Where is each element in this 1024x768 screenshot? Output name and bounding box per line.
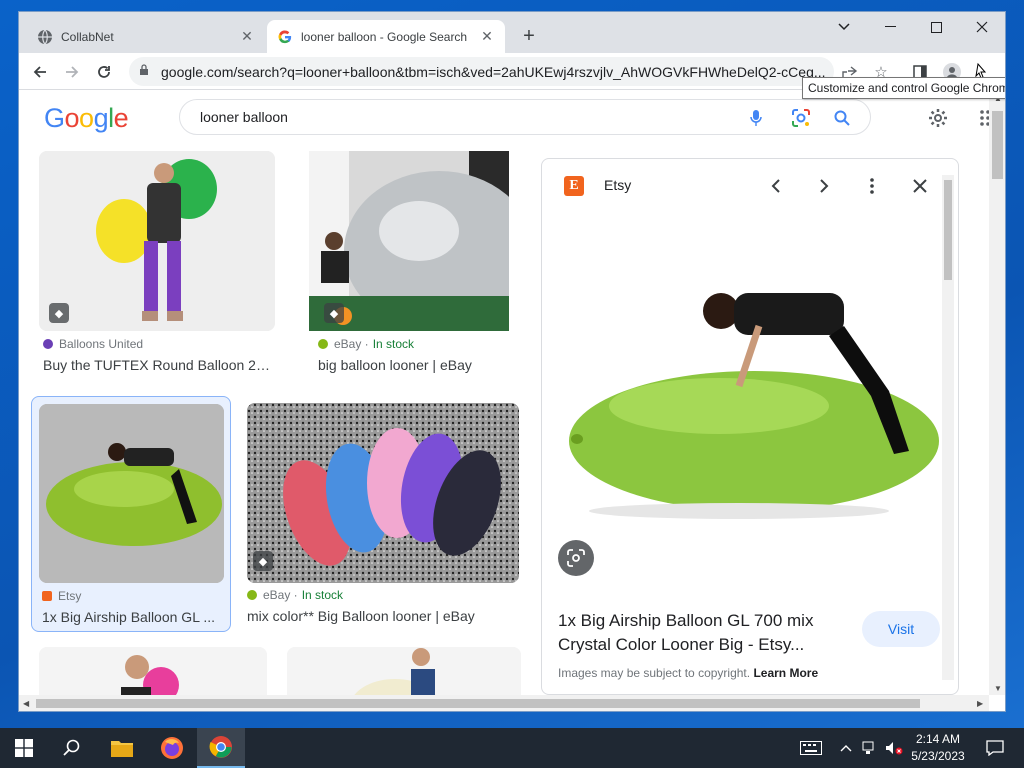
voice-search-icon[interactable] (745, 107, 767, 129)
etsy-logo-icon: E (564, 176, 584, 196)
result-thumbnail[interactable] (39, 404, 224, 583)
system-clock[interactable]: 2:14 AM 5/23/2023 (905, 731, 971, 765)
windows-taskbar: 2:14 AM 5/23/2023 (0, 728, 1024, 768)
preview-scrollbar-thumb[interactable] (944, 180, 952, 280)
tab-collabnet[interactable]: CollabNet ✕ (27, 20, 265, 53)
result-source: eBay · In stock (247, 588, 343, 602)
menu-tooltip: Customize and control Google Chrome (802, 77, 1005, 99)
scroll-down-arrow-icon[interactable]: ▼ (994, 684, 1002, 693)
file-explorer-icon[interactable] (98, 728, 146, 768)
google-header: Google looner balloon (19, 91, 990, 147)
horizontal-scrollbar-thumb[interactable] (36, 699, 920, 708)
learn-more-link[interactable]: Learn More (753, 666, 818, 680)
clock-date: 5/23/2023 (911, 749, 965, 763)
result-caption[interactable]: 1x Big Airship Balloon GL ... (42, 609, 220, 625)
tab-title: looner balloon - Google Search (301, 29, 468, 44)
stock-status: In stock (301, 588, 344, 602)
close-panel-icon[interactable] (907, 173, 933, 199)
result-thumbnail[interactable] (39, 151, 275, 331)
vertical-scrollbar-thumb[interactable] (992, 111, 1003, 179)
close-tab-icon[interactable]: ✕ (479, 28, 495, 45)
result-card[interactable]: ◆ Balloons United Buy the TUFTEX Round B… (37, 151, 277, 381)
globe-icon (37, 29, 53, 45)
result-thumbnail[interactable] (287, 647, 521, 695)
product-tag-icon: ◆ (253, 551, 273, 571)
tab-search-icon[interactable] (821, 12, 867, 42)
maximize-button[interactable] (913, 12, 959, 42)
chrome-taskbar-icon[interactable] (197, 728, 245, 768)
reload-button[interactable] (91, 59, 117, 85)
tab-google-search[interactable]: looner balloon - Google Search ✕ (267, 20, 505, 53)
start-button[interactable] (0, 728, 48, 768)
google-logo[interactable]: Google (44, 103, 129, 134)
lock-icon (139, 64, 151, 79)
result-card-selected[interactable]: Etsy 1x Big Airship Balloon GL ... (31, 396, 231, 632)
clock-time: 2:14 AM (915, 732, 961, 746)
product-tag-icon: ◆ (324, 303, 344, 323)
scroll-left-arrow-icon[interactable]: ◀ (23, 699, 29, 708)
result-thumbnail[interactable] (247, 403, 519, 583)
search-icon[interactable] (48, 728, 96, 768)
close-tab-icon[interactable]: ✕ (239, 28, 255, 45)
preview-image[interactable] (559, 211, 943, 594)
keyboard-icon[interactable] (796, 728, 826, 768)
preview-title[interactable]: 1x Big Airship Balloon GL 700 mix Crysta… (558, 609, 848, 657)
tab-strip: CollabNet ✕ looner balloon - Google Sear… (19, 12, 1005, 53)
close-window-button[interactable] (959, 12, 1005, 42)
source-favicon-icon (247, 590, 257, 600)
result-card[interactable]: ◆ eBay · In stock mix color** Big Balloo… (245, 396, 521, 632)
minimize-button[interactable] (867, 12, 913, 42)
source-favicon-icon (43, 339, 53, 349)
image-preview-panel: E Etsy 1x Big Airship Balloon GL 700 mix… (541, 158, 959, 695)
volume-muted-icon[interactable] (884, 728, 904, 768)
visit-button[interactable]: Visit (862, 611, 940, 647)
next-chevron-icon[interactable] (811, 173, 837, 199)
lens-search-icon[interactable] (790, 107, 812, 129)
result-source: Balloons United (43, 337, 143, 351)
scroll-right-arrow-icon[interactable]: ▶ (977, 699, 983, 708)
tab-title: CollabNet (61, 29, 114, 44)
url-text: google.com/search?q=looner+balloon&tbm=i… (161, 63, 826, 80)
result-card[interactable]: ◆ eBay · In stock big balloon looner | e… (297, 151, 537, 381)
google-g-icon (277, 29, 293, 45)
chevron-up-icon[interactable] (836, 728, 856, 768)
source-name: eBay · (334, 337, 369, 351)
result-source: eBay · In stock (318, 337, 414, 351)
source-favicon-icon (318, 339, 328, 349)
result-caption[interactable]: Buy the TUFTEX Round Balloon 24... (43, 357, 275, 373)
product-tag-icon: ◆ (49, 303, 69, 323)
notification-icon[interactable] (980, 728, 1010, 768)
preview-site-name[interactable]: Etsy (604, 177, 631, 193)
network-icon[interactable] (860, 728, 880, 768)
settings-gear-icon[interactable] (927, 107, 949, 129)
more-options-icon[interactable] (859, 173, 885, 199)
new-tab-button[interactable]: + (517, 24, 541, 48)
firefox-icon[interactable] (148, 728, 196, 768)
horizontal-scrollbar[interactable]: ◀ ▶ (19, 695, 989, 711)
result-caption[interactable]: mix color** Big Balloon looner | eBay (247, 608, 519, 624)
back-button[interactable] (27, 59, 53, 85)
preview-scrollbar[interactable] (942, 175, 954, 680)
search-input[interactable]: looner balloon (179, 99, 871, 135)
result-source: Etsy (42, 589, 81, 603)
search-icon[interactable] (831, 107, 853, 129)
copyright-notice: Images may be subject to copyright. Lear… (558, 666, 818, 680)
forward-button[interactable] (59, 59, 85, 85)
source-name: Etsy (58, 589, 82, 603)
search-query: looner balloon (200, 109, 288, 125)
etsy-favicon-icon (42, 591, 52, 601)
vertical-scrollbar[interactable]: ▲ ▼ (989, 91, 1005, 695)
address-bar[interactable]: google.com/search?q=looner+balloon&tbm=i… (129, 57, 834, 86)
stock-status: In stock (372, 337, 415, 351)
result-caption[interactable]: big balloon looner | eBay (318, 357, 536, 373)
source-name: eBay · (263, 588, 298, 602)
previous-chevron-icon[interactable] (763, 173, 789, 199)
lens-icon[interactable] (558, 540, 594, 576)
result-thumbnail[interactable] (39, 647, 267, 695)
copyright-text: Images may be subject to copyright. (558, 666, 751, 680)
chrome-window: CollabNet ✕ looner balloon - Google Sear… (18, 11, 1006, 712)
source-name: Balloons United (59, 337, 144, 351)
